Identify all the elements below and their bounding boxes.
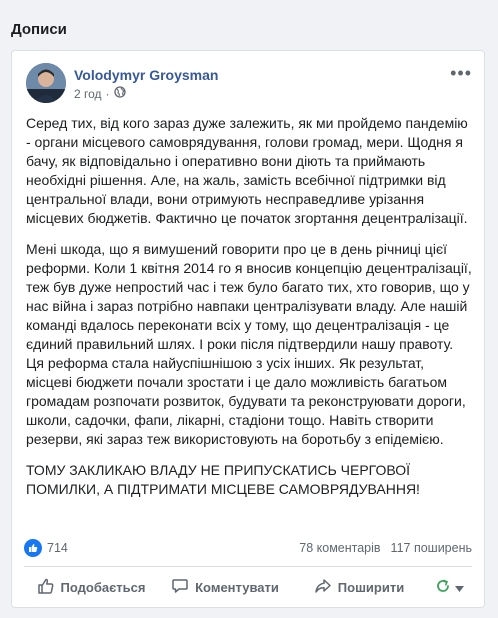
comment-icon	[171, 577, 189, 598]
post-stats: 714 78 коментарів 117 поширень	[24, 537, 472, 559]
comment-count[interactable]: 78 коментарів	[299, 541, 380, 555]
comment-label: Коментувати	[195, 579, 279, 595]
post-meta: 2 год ·	[74, 86, 126, 101]
share-label: Поширити	[337, 579, 405, 595]
like-label: Подобається	[60, 579, 146, 595]
meta-separator: ·	[105, 86, 110, 101]
post-header: Volodymyr Groysman 2 год · •••	[26, 63, 472, 107]
refresh-icon	[435, 578, 451, 597]
thumbs-up-icon[interactable]	[24, 539, 42, 557]
author-name[interactable]: Volodymyr Groysman	[74, 67, 218, 83]
post-paragraph: ТОМУ ЗАКЛИКАЮ ВЛАДУ НЕ ПРИПУСКАТИСЬ ЧЕРГ…	[26, 462, 420, 497]
share-button[interactable]: Поширити	[292, 571, 426, 603]
divider	[24, 566, 472, 567]
like-button[interactable]: Подобається	[24, 571, 158, 603]
avatar[interactable]	[26, 63, 66, 103]
post-paragraph: Серед тих, від кого зараз дуже залежить,…	[26, 115, 468, 226]
post-card: Volodymyr Groysman 2 год · ••• Серед тих…	[11, 50, 485, 608]
globe-icon	[113, 86, 126, 101]
share-count[interactable]: 117 поширень	[391, 541, 472, 555]
comment-button[interactable]: Коментувати	[158, 571, 292, 603]
post-paragraph: Мені шкода, що я вимушений говорити про …	[26, 241, 472, 447]
like-icon	[37, 577, 55, 598]
section-title: Дописи	[11, 21, 67, 38]
chevron-down-icon	[454, 580, 464, 595]
post-body: Серед тих, від кого зараз дуже залежить,…	[26, 114, 472, 511]
audience-selector[interactable]	[426, 578, 472, 597]
more-icon[interactable]: •••	[450, 64, 472, 82]
post-time[interactable]: 2 год	[74, 87, 102, 101]
post-actions: Подобається Коментувати Поширити	[24, 571, 472, 603]
share-icon	[314, 577, 332, 598]
like-count[interactable]: 714	[47, 541, 68, 555]
